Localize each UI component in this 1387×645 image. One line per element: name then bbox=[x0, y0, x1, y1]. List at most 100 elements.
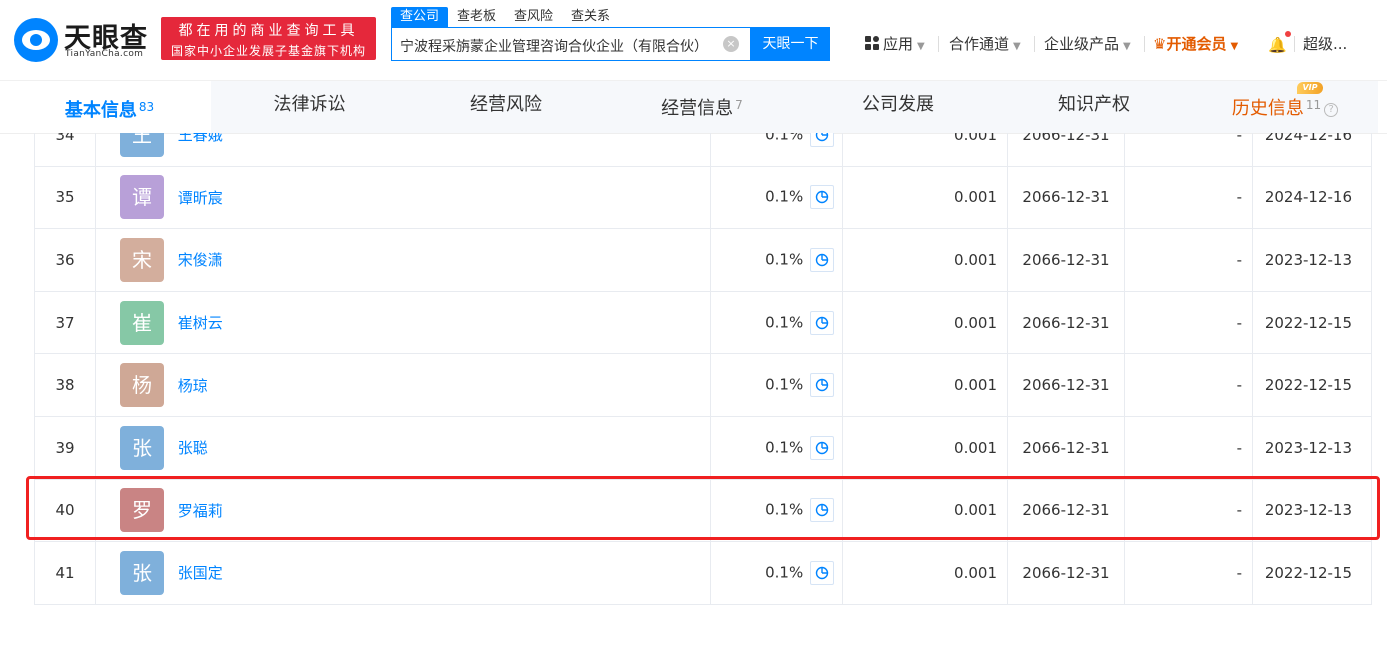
tab-count: 83 bbox=[138, 100, 155, 114]
chevron-down-icon: ▼ bbox=[1013, 41, 1021, 52]
tab-ip[interactable]: 知识产权 bbox=[996, 81, 1192, 133]
tianyancha-logo[interactable]: 天眼查 TianYanCha.com bbox=[14, 16, 154, 62]
shareholder-name-link[interactable]: 宋俊潇 bbox=[178, 251, 223, 269]
row-index: 38 bbox=[34, 353, 96, 417]
section-tabbar: 基本信息 83 法律诉讼 经营风险 经营信息 7 公司发展 知识产权 历史信息 11? bbox=[0, 80, 1387, 133]
ratio-cell: 0.1% bbox=[710, 228, 843, 292]
empty-cell: - bbox=[1124, 228, 1253, 292]
shareholder-cell: 杨 杨琼 bbox=[95, 353, 711, 417]
pie-chart-icon[interactable] bbox=[810, 133, 834, 147]
pie-chart-icon[interactable] bbox=[810, 373, 834, 398]
tab-development[interactable]: 公司发展 bbox=[800, 81, 996, 133]
shareholder-name-link[interactable]: 谭昕宸 bbox=[178, 189, 223, 207]
nav-divider bbox=[938, 36, 939, 52]
promo-line-1: 都在用的商业查询工具 bbox=[178, 23, 359, 39]
tab-business[interactable]: 经营信息 7 bbox=[604, 81, 800, 133]
tab-count: 11 bbox=[1305, 98, 1322, 112]
amount-cell: 0.001 bbox=[842, 228, 1008, 292]
row-index: 41 bbox=[34, 541, 96, 605]
row-index: 36 bbox=[34, 228, 96, 292]
nav-apps-label: 应用 bbox=[883, 35, 914, 53]
tabbar-inner: 基本信息 83 法律诉讼 经营风险 经营信息 7 公司发展 知识产权 历史信息 11? bbox=[8, 81, 1378, 133]
search-tab-relation[interactable]: 查关系 bbox=[562, 7, 619, 27]
logo-eye-icon bbox=[14, 18, 58, 62]
pie-chart-icon[interactable] bbox=[810, 498, 834, 523]
clear-icon[interactable]: × bbox=[723, 36, 739, 52]
pie-chart-icon[interactable] bbox=[810, 560, 834, 585]
avatar: 杨 bbox=[120, 363, 164, 408]
tab-label: 法律诉讼 bbox=[273, 94, 346, 115]
promo-line-2: 国家中小企业发展子基金旗下机构 bbox=[170, 44, 366, 58]
search-tab-boss[interactable]: 查老板 bbox=[448, 7, 505, 27]
tab-count: 7 bbox=[735, 98, 743, 112]
row-index: 35 bbox=[34, 165, 96, 230]
table-row: 37 崔 崔树云 0.1% 0.001 2066-12-31 - 2022-12… bbox=[34, 290, 1372, 355]
join-date-cell: 2023-12-13 bbox=[1252, 415, 1372, 480]
shareholder-cell: 王 王春娥 bbox=[95, 133, 711, 167]
shareholder-name-link[interactable]: 罗福莉 bbox=[178, 502, 223, 520]
tab-history[interactable]: 历史信息 11? bbox=[1192, 81, 1378, 133]
deadline-cell: 2066-12-31 bbox=[1007, 415, 1125, 480]
shareholder-cell: 谭 谭昕宸 bbox=[95, 165, 711, 230]
shareholder-cell: 张 张聪 bbox=[95, 415, 711, 480]
nav-channel-label: 合作通道 bbox=[949, 35, 1010, 53]
deadline-cell: 2066-12-31 bbox=[1007, 228, 1125, 292]
search-input[interactable]: 宁波程采旃蒙企业管理咨询合伙企业（有限合伙） × bbox=[391, 27, 751, 61]
join-date-cell: 2023-12-13 bbox=[1252, 478, 1372, 543]
tab-legal[interactable]: 法律诉讼 bbox=[211, 81, 408, 133]
table-row: 34 王 王春娥 0.1% 0.001 2066-12-31 - 2024-12… bbox=[34, 133, 1372, 167]
top-header: 天眼查 TianYanCha.com 都在用的商业查询工具 国家中小企业发展子基… bbox=[0, 0, 1387, 80]
ratio-cell: 0.1% bbox=[710, 165, 843, 230]
tab-label: 基本信息 bbox=[64, 100, 137, 121]
nav-vip[interactable]: ♛开通会员 ▼ bbox=[1153, 34, 1238, 57]
shareholder-name-link[interactable]: 张聪 bbox=[178, 439, 208, 457]
table-row: 38 杨 杨琼 0.1% 0.001 2066-12-31 - 2022-12-… bbox=[34, 353, 1372, 417]
vip-badge: VIP bbox=[1297, 82, 1323, 94]
shareholder-table: 34 王 王春娥 0.1% 0.001 2066-12-31 - 2024-12… bbox=[34, 133, 1372, 605]
crown-icon: ♛ bbox=[1153, 35, 1167, 53]
tab-basic-info[interactable]: 基本信息 83 bbox=[8, 81, 211, 133]
nav-channel[interactable]: 合作通道 ▼ bbox=[949, 34, 1021, 57]
tab-label: 公司发展 bbox=[862, 94, 934, 115]
search-button[interactable]: 天眼一下 bbox=[751, 27, 830, 61]
tab-risk[interactable]: 经营风险 bbox=[408, 81, 604, 133]
ratio-value: 0.1% bbox=[765, 133, 804, 144]
chevron-down-icon: ▼ bbox=[1230, 41, 1239, 52]
notification-dot bbox=[1285, 31, 1291, 37]
promo-banner[interactable]: 都在用的商业查询工具 国家中小企业发展子基金旗下机构 bbox=[161, 17, 376, 60]
pie-chart-icon[interactable] bbox=[810, 310, 834, 335]
deadline-cell: 2066-12-31 bbox=[1007, 541, 1125, 605]
shareholder-name-link[interactable]: 王春娥 bbox=[178, 133, 223, 144]
ratio-value: 0.1% bbox=[765, 250, 804, 269]
empty-cell: - bbox=[1124, 415, 1253, 480]
row-index: 37 bbox=[34, 290, 96, 355]
shareholder-name-link[interactable]: 崔树云 bbox=[178, 314, 223, 332]
pie-chart-icon[interactable] bbox=[810, 185, 834, 210]
pie-chart-icon[interactable] bbox=[810, 435, 834, 460]
bell-icon[interactable]: 🔔 bbox=[1268, 36, 1287, 54]
empty-cell: - bbox=[1124, 290, 1253, 355]
nav-user[interactable]: 超级... bbox=[1303, 34, 1347, 54]
tab-label: 知识产权 bbox=[1058, 94, 1130, 115]
deadline-cell: 2066-12-31 bbox=[1007, 165, 1125, 230]
help-icon[interactable]: ? bbox=[1324, 103, 1339, 117]
amount-cell: 0.001 bbox=[842, 133, 1008, 167]
nav-divider bbox=[1144, 36, 1145, 52]
join-date-cell: 2022-12-15 bbox=[1252, 353, 1372, 417]
join-date-cell: 2024-12-16 bbox=[1252, 133, 1372, 167]
empty-cell: - bbox=[1124, 541, 1253, 605]
nav-enterprise[interactable]: 企业级产品 ▼ bbox=[1044, 34, 1131, 57]
ratio-cell: 0.1% bbox=[710, 415, 843, 480]
shareholder-name-link[interactable]: 杨琼 bbox=[178, 377, 208, 395]
search-tab-risk[interactable]: 查风险 bbox=[505, 7, 562, 27]
search-tab-company[interactable]: 查公司 bbox=[391, 7, 449, 27]
shareholder-name-link[interactable]: 张国定 bbox=[178, 564, 223, 582]
table-row: 39 张 张聪 0.1% 0.001 2066-12-31 - 2023-12-… bbox=[34, 415, 1372, 480]
empty-cell: - bbox=[1124, 478, 1253, 543]
chevron-down-icon: ▼ bbox=[917, 41, 925, 52]
nav-apps[interactable]: 应用 ▼ bbox=[865, 34, 925, 57]
avatar: 张 bbox=[120, 550, 164, 595]
join-date-cell: 2022-12-15 bbox=[1252, 290, 1372, 355]
search-type-tabs: 查公司 查老板 查风险 查关系 bbox=[391, 7, 619, 27]
pie-chart-icon[interactable] bbox=[810, 247, 834, 272]
